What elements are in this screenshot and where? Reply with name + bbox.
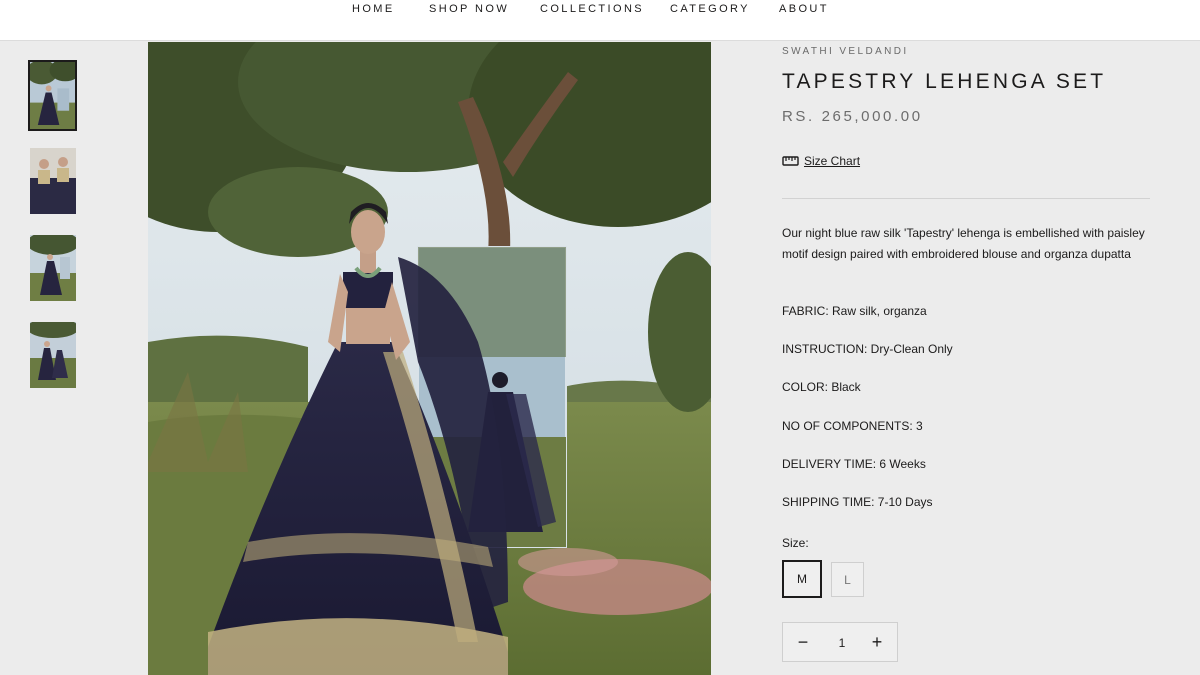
thumbnail-1[interactable]	[28, 60, 77, 131]
nav-category-link[interactable]: CATEGORY	[670, 3, 750, 15]
spec-color: COLOR: Black	[782, 380, 861, 394]
main-product-image[interactable]	[148, 42, 711, 675]
thumbnail-image	[30, 235, 76, 301]
nav-collections-link[interactable]: COLLECTIONS	[540, 3, 644, 15]
nav-about-link[interactable]: ABOUT	[779, 3, 829, 15]
size-chart-label: Size Chart	[804, 154, 861, 168]
nav-home-link[interactable]: HOME	[352, 3, 395, 15]
spec-instruction: INSTRUCTION: Dry-Clean Only	[782, 342, 953, 356]
spec-fabric: FABRIC: Raw silk, organza	[782, 304, 927, 318]
thumbnail-image	[30, 62, 75, 129]
product-vendor[interactable]: SWATHI VELDANDI	[782, 46, 909, 57]
thumbnail-image	[30, 148, 76, 214]
nav-shop-now-link[interactable]: SHOP NOW	[429, 3, 509, 15]
ruler-icon	[782, 156, 799, 166]
top-navigation: HOME SHOP NOW COLLECTIONS CATEGORY ABOUT	[0, 0, 1200, 41]
size-option-m[interactable]: M	[782, 560, 822, 598]
product-title: TAPESTRY LEHENGA SET	[782, 70, 1107, 93]
product-description: Our night blue raw silk 'Tapestry' lehen…	[782, 226, 1145, 261]
thumbnail-image	[30, 322, 76, 388]
quantity-increase-button[interactable]: +	[859, 623, 895, 661]
spec-components: NO OF COMPONENTS: 3	[782, 419, 923, 433]
product-photo	[148, 42, 711, 675]
thumbnail-4[interactable]	[30, 322, 76, 388]
thumbnail-2[interactable]	[30, 148, 76, 214]
quantity-stepper: − +	[782, 622, 898, 663]
product-price: RS. 265,000.00	[782, 108, 923, 125]
size-chart-link[interactable]: Size Chart	[782, 152, 860, 170]
thumbnail-3[interactable]	[30, 235, 76, 301]
size-option-l[interactable]: L	[831, 562, 864, 597]
divider	[782, 198, 1150, 199]
spec-shipping-time: SHIPPING TIME: 7-10 Days	[782, 495, 933, 509]
quantity-decrease-button[interactable]: −	[785, 623, 821, 661]
spec-delivery-time: DELIVERY TIME: 6 Weeks	[782, 457, 926, 471]
size-label: Size:	[782, 536, 809, 550]
